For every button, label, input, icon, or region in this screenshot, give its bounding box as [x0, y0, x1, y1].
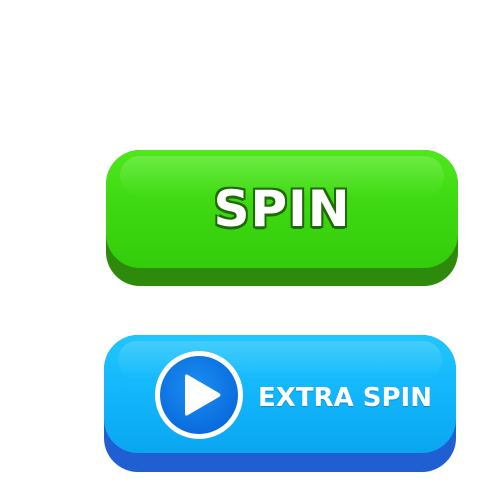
- spin-button-label: SPIN: [213, 180, 351, 238]
- spin-button[interactable]: SPIN: [106, 150, 458, 286]
- extra-spin-button-label: EXTRA SPIN: [258, 383, 432, 413]
- play-triangle-icon: [185, 374, 221, 416]
- game-screen: SPIN EXTRA SPIN: [0, 0, 500, 500]
- play-icon: [155, 351, 243, 439]
- extra-spin-button[interactable]: EXTRA SPIN: [104, 335, 456, 472]
